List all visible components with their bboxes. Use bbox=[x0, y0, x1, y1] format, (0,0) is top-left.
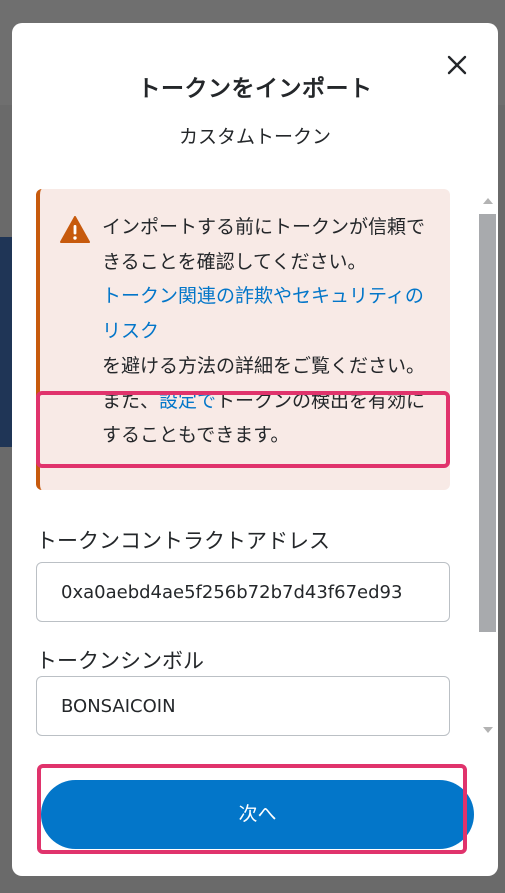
import-token-modal: トークンをインポート カスタムトークン インポートする前にトークンが信頼できるこ… bbox=[12, 23, 498, 876]
token-address-label: トークンコントラクトアドレス bbox=[36, 529, 330, 553]
close-icon bbox=[447, 55, 467, 75]
token-symbol-label: トークンシンボル bbox=[36, 649, 204, 673]
warning-text-part-1: インポートする前にトークンが信頼できることを確認してください。 bbox=[102, 216, 426, 273]
scroll-up-arrow-icon[interactable] bbox=[483, 198, 493, 204]
warning-icon bbox=[60, 216, 90, 244]
next-button[interactable]: 次へ bbox=[41, 780, 474, 849]
token-symbol-input[interactable] bbox=[36, 676, 450, 736]
tab-custom-token[interactable]: カスタムトークン bbox=[12, 122, 498, 149]
warning-banner: インポートする前にトークンが信頼できることを確認してください。 トークン関連の詐… bbox=[36, 189, 450, 490]
token-address-input[interactable] bbox=[36, 562, 450, 622]
form-scroll-area: インポートする前にトークンが信頼できることを確認してください。 トークン関連の詐… bbox=[12, 183, 498, 763]
scroll-down-arrow-icon[interactable] bbox=[483, 727, 493, 733]
scrollbar[interactable] bbox=[478, 190, 497, 743]
warning-text: インポートする前にトークンが信頼できることを確認してください。 トークン関連の詐… bbox=[102, 210, 428, 453]
settings-link[interactable]: 設定で bbox=[159, 390, 216, 412]
close-button[interactable] bbox=[441, 49, 473, 81]
modal-title: トークンをインポート bbox=[137, 76, 373, 102]
scam-risk-link[interactable]: トークン関連の詐欺やセキュリティのリスク bbox=[102, 285, 424, 342]
scrollbar-thumb[interactable] bbox=[479, 214, 496, 632]
